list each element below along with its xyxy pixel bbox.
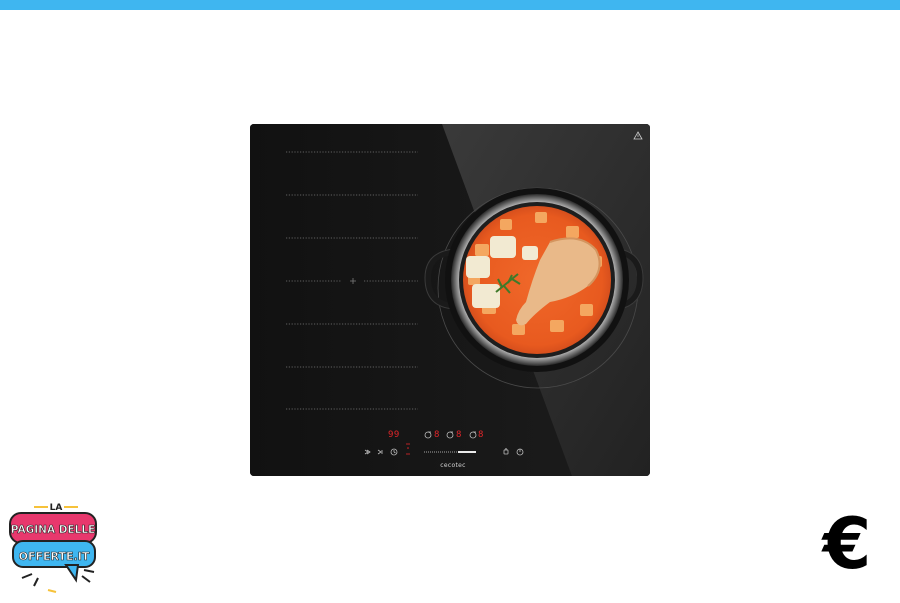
- site-logo[interactable]: LA PAGINA DELLE OFFERTE.IT: [8, 500, 100, 598]
- top-accent-bar: [0, 0, 900, 10]
- hob-illustration: [250, 124, 650, 476]
- zone-display-2: 8: [456, 430, 462, 440]
- induction-hob-image: 99 8 8 8 cecotec: [250, 124, 650, 476]
- euro-symbol: €: [822, 503, 872, 585]
- zone-display-1: 8: [434, 430, 440, 440]
- timer-display: 99: [388, 430, 400, 440]
- logo-line-1: LA: [50, 503, 63, 513]
- logo-line-2: PAGINA DELLE: [11, 524, 95, 536]
- logo-speech-tail: [64, 564, 80, 583]
- brand-label: cecotec: [440, 462, 466, 469]
- logo-line-3: OFFERTE.IT: [19, 550, 90, 563]
- zone-display-3: 8: [478, 430, 484, 440]
- logo-sparkles: [21, 569, 95, 587]
